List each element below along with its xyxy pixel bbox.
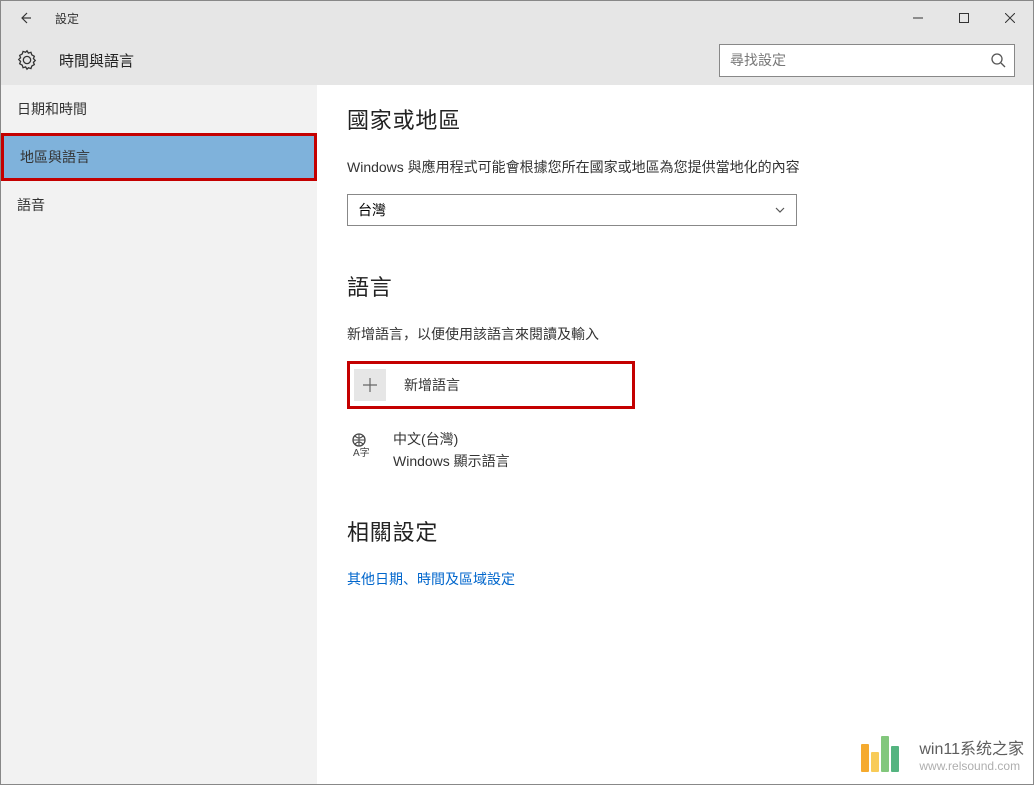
close-icon	[1005, 13, 1015, 23]
related-link[interactable]: 其他日期、時間及區域設定	[347, 569, 1003, 589]
region-heading: 國家或地區	[347, 103, 1003, 135]
search-icon	[990, 52, 1006, 68]
watermark-main: win11系统之家	[919, 735, 1024, 759]
sidebar-item-region-language[interactable]: 地區與語言	[1, 133, 317, 181]
plus-icon-box	[354, 369, 386, 401]
back-arrow-icon	[17, 10, 33, 26]
chevron-down-icon	[774, 204, 786, 216]
sidebar-item-label: 語音	[17, 195, 45, 215]
settings-window: 設定 時間與語言	[0, 0, 1034, 785]
watermark-logo-icon	[861, 736, 909, 772]
svg-text:A字: A字	[353, 446, 370, 459]
sidebar-item-label: 地區與語言	[20, 147, 90, 167]
sidebar: 日期和時間 地區與語言 語音	[1, 85, 317, 784]
sidebar-item-label: 日期和時間	[17, 99, 87, 119]
language-name: 中文(台灣)	[393, 429, 510, 449]
add-language-button[interactable]: 新增語言	[347, 361, 635, 409]
related-heading: 相關設定	[347, 515, 1003, 547]
watermark: win11系统之家 www.relsound.com	[861, 735, 1024, 773]
header: 時間與語言	[1, 35, 1033, 85]
sidebar-item-date-time[interactable]: 日期和時間	[1, 85, 317, 133]
add-language-label: 新增語言	[404, 375, 460, 395]
search-input[interactable]	[730, 52, 990, 68]
settings-gear-icon[interactable]	[13, 46, 41, 74]
body: 日期和時間 地區與語言 語音 國家或地區 Windows 與應用程式可能會根據您…	[1, 85, 1033, 784]
gear-icon	[16, 49, 38, 71]
language-item[interactable]: A字 中文(台灣) Windows 顯示語言	[347, 429, 1003, 471]
language-description: 新增語言，以便使用該語言來閱讀及輸入	[347, 324, 807, 345]
language-item-icon: A字	[347, 429, 379, 461]
search-box[interactable]	[719, 44, 1015, 77]
titlebar: 設定	[1, 1, 1033, 35]
content: 國家或地區 Windows 與應用程式可能會根據您所在國家或地區為您提供當地化的…	[317, 85, 1033, 784]
plus-icon	[361, 376, 379, 394]
watermark-sub: www.relsound.com	[919, 759, 1020, 773]
maximize-button[interactable]	[941, 1, 987, 35]
window-title: 設定	[55, 10, 79, 27]
region-description: Windows 與應用程式可能會根據您所在國家或地區為您提供當地化的內容	[347, 157, 807, 178]
maximize-icon	[959, 13, 969, 23]
minimize-icon	[913, 13, 923, 23]
region-dropdown[interactable]: 台灣	[347, 194, 797, 226]
language-globe-icon: A字	[349, 431, 377, 459]
language-subtitle: Windows 顯示語言	[393, 451, 510, 471]
region-dropdown-value: 台灣	[358, 200, 386, 220]
language-heading: 語言	[347, 270, 1003, 302]
back-button[interactable]	[13, 6, 37, 30]
page-title: 時間與語言	[59, 50, 134, 71]
sidebar-item-speech[interactable]: 語音	[1, 181, 317, 229]
minimize-button[interactable]	[895, 1, 941, 35]
close-button[interactable]	[987, 1, 1033, 35]
